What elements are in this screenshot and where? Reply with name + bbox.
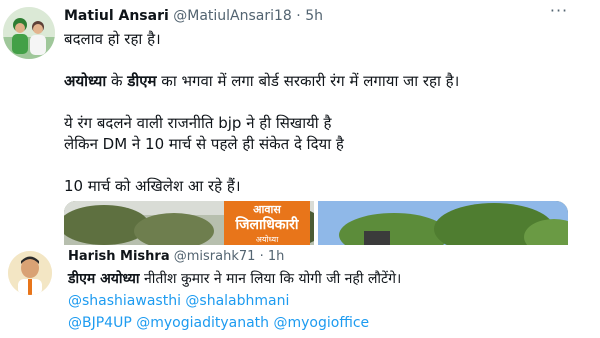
mention-link[interactable]: @shashiawasthi [68,293,181,309]
mention-link[interactable]: @BJP4UP [68,315,132,331]
tweet-header: Harish Mishra @misrahk71 · 1h [68,249,284,265]
text-line: बदलाव हो रहा है। [64,30,161,48]
text-line: 10 मार्च को अखिलेश आ रहे हैं। [64,177,241,195]
mention-link[interactable]: @myogioffice [273,315,369,331]
media-photo: आवास जिलाधिकारी अयोध्या [64,201,568,245]
user-avatar-matiul[interactable] [3,7,55,59]
user-handle[interactable]: @MatiulAnsari18 [173,8,292,24]
timestamp[interactable]: 1h [268,249,285,264]
sign-text: आवास [253,203,281,216]
more-options-icon[interactable]: ··· [548,3,570,21]
mention-link[interactable]: @myogiadityanath [136,315,269,331]
tweet-quoted-reply: Harish Mishra @misrahk71 · 1h डीएम अयोध्… [0,245,600,338]
user-handle[interactable]: @misrahk71 [174,249,256,264]
bold-text: डीएम अयोध्या [68,271,140,287]
tweet-text: डीएम अयोध्या नीतीश कुमार ने मान लिया कि … [68,268,588,334]
bold-text: अयोध्या [64,72,107,90]
mention-link[interactable]: @shalabhmani [185,293,289,309]
avatar-image [8,251,52,295]
bold-text: डीएम [127,72,157,90]
mentions-line: @BJP4UP @myogiadityanath @myogioffice [68,312,588,334]
display-name[interactable]: Matiul Ansari [64,8,169,24]
sign-text: अयोध्या [256,234,279,244]
text-line: लेकिन DM ने 10 मार्च से पहले ही संकेत दे… [64,135,344,153]
user-avatar-harish[interactable] [8,251,52,295]
tweet-media[interactable]: आवास जिलाधिकारी अयोध्या [64,201,568,245]
tweet-text: बदलाव हो रहा है। अयोध्या के डीएम का भगवा… [64,29,584,197]
tweet-header: Matiul Ansari @MatiulAnsari18 · 5h [64,7,323,25]
dot-separator: · [296,8,301,24]
mentions-line: @shashiawasthi @shalabhmani [68,290,588,312]
text-fragment: का भगवा में लगा बोर्ड सरकारी रंग में लगा… [156,72,460,90]
text-line: अयोध्या के डीएम का भगवा में लगा बोर्ड सर… [64,71,584,92]
text-fragment: के [106,72,128,90]
dot-separator: · [259,249,264,264]
timestamp[interactable]: 5h [305,8,323,24]
text-line: ये रंग बदलने वाली राजनीति bjp ने ही सिखा… [64,114,332,132]
text-line: डीएम अयोध्या नीतीश कुमार ने मान लिया कि … [68,268,588,290]
tweet-main: Matiul Ansari @MatiulAnsari18 · 5h ··· ब… [0,0,600,245]
sign-text: जिलाधिकारी [234,216,299,233]
avatar-image [3,7,55,59]
display-name[interactable]: Harish Mishra [68,249,170,264]
text-fragment: नीतीश कुमार ने मान लिया कि योगी जी नही ल… [139,271,402,287]
